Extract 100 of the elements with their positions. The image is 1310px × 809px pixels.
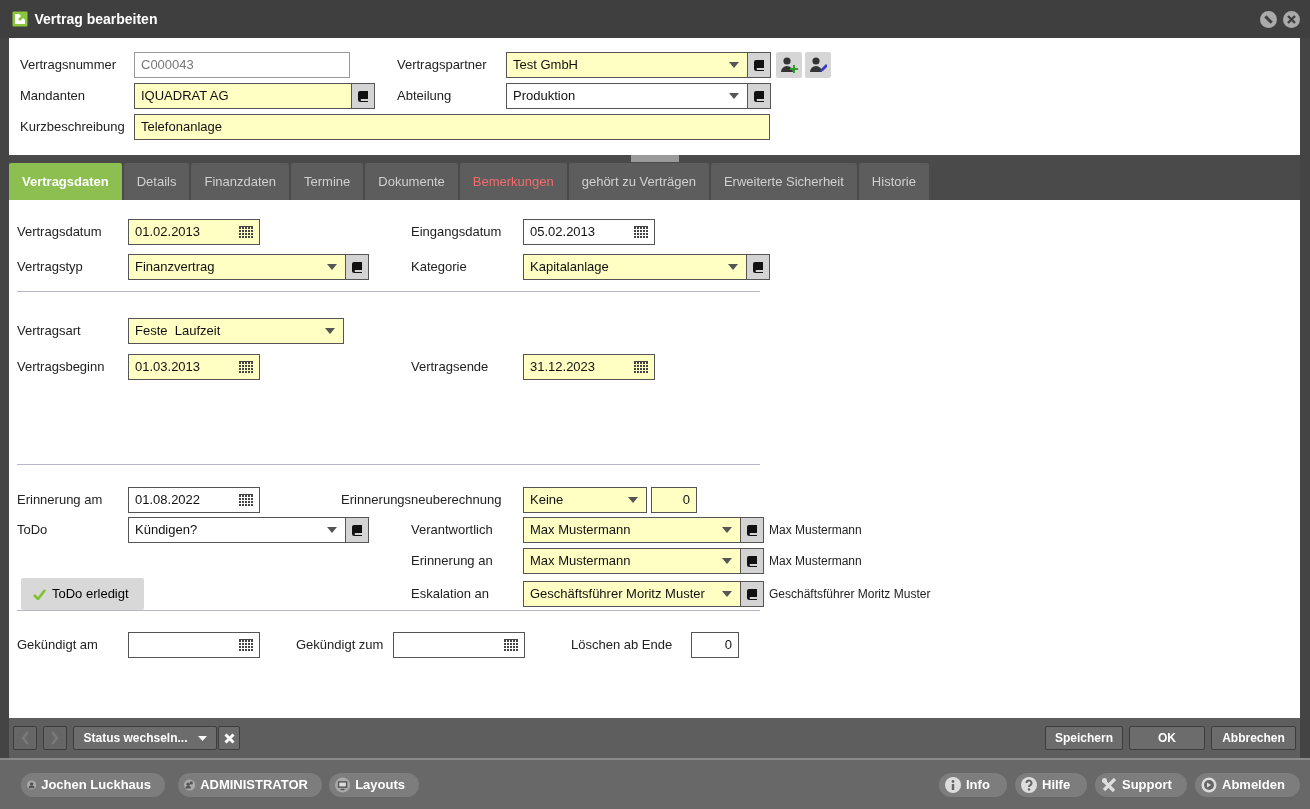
dropdown-field[interactable]: Kündigen?	[128, 517, 346, 543]
caret-icon[interactable]	[325, 328, 335, 334]
book-icon	[753, 90, 765, 102]
caret-icon[interactable]	[722, 558, 732, 564]
caret-icon[interactable]	[327, 264, 337, 270]
name-text: Geschäftsführer Moritz Muster	[769, 586, 931, 603]
lookup-button[interactable]	[741, 517, 764, 543]
date-field[interactable]: 01.08.2022	[128, 487, 260, 513]
calendar-icon[interactable]	[239, 638, 253, 652]
calendar-icon[interactable]	[634, 360, 648, 374]
tab[interactable]: Historie	[858, 163, 929, 200]
book-icon	[753, 59, 765, 71]
tab[interactable]: Details	[123, 163, 190, 200]
edit-person-icon	[809, 56, 827, 74]
calendar-icon[interactable]	[504, 638, 518, 652]
action-button[interactable]: Abbrechen	[1211, 726, 1296, 750]
calendar-icon[interactable]	[239, 360, 253, 374]
dropdown-field[interactable]: Feste Laufzeit	[128, 318, 344, 344]
dropdown-field[interactable]: Max Mustermann	[523, 517, 741, 543]
date-field[interactable]: 01.02.2013	[128, 219, 260, 245]
caret-icon[interactable]	[728, 264, 738, 270]
field-label: Vertragsende	[411, 358, 490, 377]
calendar-icon[interactable]	[239, 225, 253, 239]
taskbar-button[interactable]: Support	[1095, 773, 1187, 797]
caret-icon[interactable]	[729, 62, 739, 68]
clear-button[interactable]	[218, 726, 240, 750]
field-label: Gekündigt zum	[296, 636, 385, 655]
name-text: Max Mustermann	[769, 522, 862, 539]
calendar-icon[interactable]	[634, 225, 648, 239]
edit-person-button[interactable]	[805, 52, 831, 78]
tab[interactable]: Termine	[291, 163, 364, 200]
tab[interactable]: gehört zu Verträgen	[568, 163, 709, 200]
caret-icon[interactable]	[729, 93, 739, 99]
dropdown-field[interactable]: Geschäftsführer Moritz Muster	[523, 581, 741, 607]
taskbar-button[interactable]: Info	[939, 773, 1007, 797]
lookup-button[interactable]	[748, 83, 771, 109]
dropdown-field[interactable]: Kapitalanlage	[523, 254, 747, 280]
date-field[interactable]	[393, 632, 525, 658]
lookup-button[interactable]	[346, 517, 369, 543]
date-field[interactable]: 01.03.2013	[128, 354, 260, 380]
taskbar-button[interactable]: Jochen Luckhaus	[21, 773, 165, 797]
lookup-button[interactable]	[747, 254, 770, 280]
date-field[interactable]: 31.12.2023	[523, 354, 655, 380]
dropdown-field[interactable]: Keine	[523, 487, 647, 513]
tab[interactable]: Erweiterte Sicherheit	[710, 163, 857, 200]
book-icon	[351, 261, 363, 273]
lookup-button[interactable]	[741, 581, 764, 607]
calendar-icon[interactable]	[239, 493, 253, 507]
text-field[interactable]: C000043	[134, 52, 350, 78]
field-label: Kurzbeschreibung	[20, 118, 126, 137]
date-field[interactable]	[128, 632, 260, 658]
book-icon	[746, 524, 758, 536]
field-label: Vertragsdatum	[17, 223, 103, 242]
collapse-handle[interactable]	[631, 155, 679, 162]
monitor-icon	[335, 777, 351, 793]
book-icon	[752, 261, 764, 273]
lookup-button[interactable]	[748, 52, 771, 78]
lookup-field[interactable]: IQUADRAT AG	[134, 83, 352, 109]
window-title: Vertrag bearbeiten	[34, 9, 159, 29]
add-person-button[interactable]	[776, 52, 802, 78]
field-label: Vertragsart	[17, 322, 82, 341]
field-label: Vertragsbeginn	[17, 358, 106, 377]
caret-icon[interactable]	[327, 527, 337, 533]
group-icon	[184, 777, 196, 793]
tab[interactable]: Finanzdaten	[191, 163, 289, 200]
field-label: Erinnerung an	[411, 552, 494, 571]
field-label: Mandanten	[20, 87, 87, 106]
lookup-button[interactable]	[352, 83, 375, 109]
number-field[interactable]: 0	[691, 632, 739, 658]
number-field[interactable]: 0	[651, 487, 697, 513]
dropdown-field[interactable]: Test GmbH	[506, 52, 748, 78]
restore-icon[interactable]	[1259, 10, 1277, 28]
dropdown-field[interactable]: Produktion	[506, 83, 748, 109]
caret-icon[interactable]	[722, 527, 732, 533]
action-button[interactable]: OK	[1129, 726, 1205, 750]
status-dropdown[interactable]: Status wechseln...	[73, 726, 217, 750]
taskbar-button[interactable]: Abmelden	[1195, 773, 1300, 797]
lookup-button[interactable]	[741, 548, 764, 574]
taskbar-button[interactable]: Hilfe	[1015, 773, 1087, 797]
caret-icon[interactable]	[628, 497, 638, 503]
taskbar-button[interactable]: ADMINISTRATOR	[178, 773, 322, 797]
taskbar-button[interactable]: Layouts	[329, 773, 419, 797]
todo-done-button[interactable]: ToDo erledigt	[21, 578, 144, 610]
dropdown-field[interactable]: Finanzvertrag	[128, 254, 346, 280]
close-icon	[223, 732, 235, 744]
field-label: Vertragspartner	[397, 56, 488, 75]
tab[interactable]: Dokumente	[365, 163, 458, 200]
dropdown-field[interactable]: Max Mustermann	[523, 548, 741, 574]
lookup-button[interactable]	[346, 254, 369, 280]
tools-icon	[1101, 777, 1117, 793]
field-label: Abteilung	[397, 87, 453, 106]
caret-icon[interactable]	[722, 591, 732, 597]
date-field[interactable]: 05.02.2013	[523, 219, 655, 245]
help-icon	[1021, 777, 1037, 793]
field-label: ToDo	[17, 521, 49, 540]
book-icon	[357, 90, 369, 102]
action-button[interactable]: Speichern	[1045, 726, 1123, 750]
field-label: Eskalation an	[411, 585, 491, 604]
close-icon[interactable]	[1283, 10, 1300, 28]
text-field[interactable]: Telefonanlage	[134, 114, 770, 140]
